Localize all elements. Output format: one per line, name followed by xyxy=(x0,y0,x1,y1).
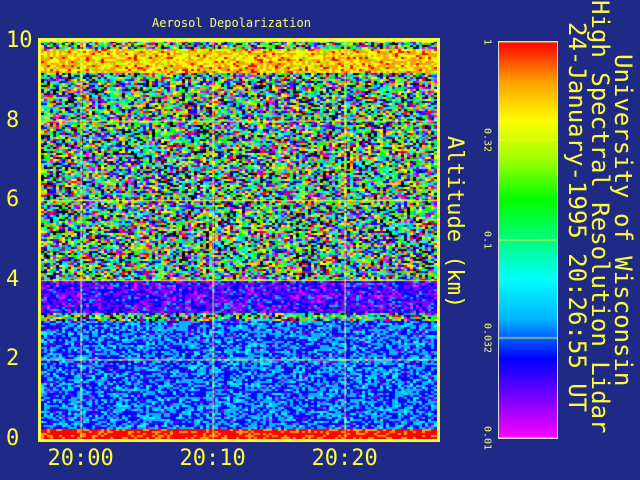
colorbar-tick-label: 0.32 xyxy=(481,127,493,153)
lidar-figure: Aerosol Depolarization 0 2 4 6 8 10 20:00 20:1… xyxy=(0,0,640,480)
y-tick-label: 2 xyxy=(6,346,20,372)
colorbar-tick-label: 0.1 xyxy=(481,230,493,250)
y-tick-label: 4 xyxy=(6,266,20,292)
plot-title: Aerosol Depolarization xyxy=(152,16,311,30)
y-axis-label: Altitude (km) xyxy=(442,136,467,309)
x-tick-label: 20:00 xyxy=(47,446,114,471)
x-tick-label: 20:20 xyxy=(311,446,378,471)
y-tick-label: 10 xyxy=(6,28,33,53)
observation-timestamp: 24-January-1995 20:26:55 UT xyxy=(563,22,591,413)
y-tick-label: 6 xyxy=(6,187,20,213)
depolarization-heatmap xyxy=(41,41,437,439)
colorbar-tick-label: 1 xyxy=(481,38,493,46)
x-tick-label: 20:10 xyxy=(179,446,246,471)
colorbar xyxy=(498,41,558,439)
colorbar-tick-label: 0.032 xyxy=(481,322,493,354)
y-tick-label: 8 xyxy=(6,107,20,133)
colorbar-tick-label: 0.01 xyxy=(481,425,493,451)
y-tick-label: 0 xyxy=(6,426,20,451)
heatmap-plot-area xyxy=(38,38,440,442)
